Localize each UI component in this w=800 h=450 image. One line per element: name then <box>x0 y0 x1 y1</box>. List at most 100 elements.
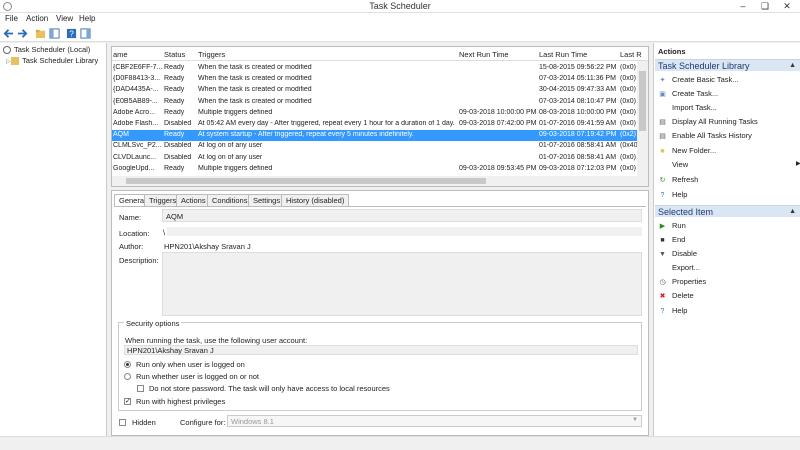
action-properties[interactable]: ◷ Properties <box>658 277 706 288</box>
task-result-cell: (0x0) <box>620 164 636 172</box>
menu-file[interactable]: File <box>5 14 18 23</box>
horizontal-scrollbar[interactable] <box>112 176 648 186</box>
task-row[interactable]: Adobe Acro... Ready Multiple triggers defi… <box>112 108 638 119</box>
do-not-store-password-checkbox[interactable] <box>137 385 144 392</box>
run-whether-logged-on-label: Run whether user is logged on or not <box>136 372 259 381</box>
action-disable[interactable]: ▼ Disable <box>658 249 697 260</box>
task-name-cell: Adobe Acro... <box>113 108 156 116</box>
maximize-button[interactable]: ❏ <box>754 0 776 12</box>
action-new-folder[interactable]: ■ New Folder... <box>658 146 716 157</box>
column-triggers[interactable]: Triggers <box>198 50 225 59</box>
show-hide-action-pane-icon[interactable] <box>80 28 91 39</box>
task-name-cell: GoogleUpd... <box>113 164 155 172</box>
menu-view[interactable]: View <box>56 14 73 23</box>
tab-history[interactable]: History (disabled) <box>281 194 350 206</box>
configure-for-dropdown[interactable]: Windows 8.1 ▼ <box>227 415 642 427</box>
action-label: Refresh <box>672 175 699 184</box>
task-status-cell: Ready <box>164 75 185 83</box>
action-help[interactable]: ? Help <box>658 190 688 201</box>
task-name-cell: CLVDLaunc... <box>113 153 157 161</box>
action-help[interactable]: ? Help <box>658 306 688 317</box>
folder-up-icon[interactable] <box>35 28 46 39</box>
task-row[interactable]: CLVDLaunc... Disabled At log on of any use… <box>112 153 638 164</box>
action-label: Delete <box>672 291 694 300</box>
clock-icon <box>3 46 11 55</box>
task-trigger-cell: Multiple triggers defined <box>198 108 273 116</box>
highest-privileges-checkbox[interactable]: ✓ <box>124 398 131 405</box>
action-label: Create Task... <box>672 89 719 98</box>
section-selected-item[interactable]: Selected Item ▲ <box>655 205 800 217</box>
minimize-button[interactable]: – <box>732 0 754 12</box>
collapse-arrow-icon[interactable]: ▲ <box>789 62 796 69</box>
task-name-cell: Adobe Flash... <box>113 120 159 127</box>
task-name-cell: {CBF2E6FF-7... <box>113 64 162 71</box>
task-row[interactable]: {D0F88413-3... Ready When the task is crea… <box>112 74 638 85</box>
console-tree: Task Scheduler (Local) ▷ Task Scheduler L… <box>0 43 107 436</box>
hidden-checkbox[interactable] <box>119 419 126 426</box>
task-row[interactable]: CLMLSvc_P2... Disabled At log on of any us… <box>112 141 638 152</box>
column-last-result[interactable]: Last R <box>620 50 642 59</box>
tree-item-task-scheduler-library[interactable]: ▷ Task Scheduler Library <box>6 56 98 67</box>
collapse-arrow-icon[interactable]: ▲ <box>789 208 796 215</box>
security-options-group: Security options When running the task, … <box>118 319 642 411</box>
menu-help[interactable]: Help <box>79 14 95 23</box>
name-field[interactable]: AQM <box>162 209 642 222</box>
action-enable-all-tasks-history[interactable]: ▤ Enable All Tasks History <box>658 131 752 142</box>
action-run[interactable]: ▶ Run <box>658 221 686 232</box>
action-import-task[interactable]: Import Task... <box>658 103 717 114</box>
run-only-logged-on-radio[interactable] <box>124 361 131 368</box>
task-result-cell: (0x0) <box>620 75 636 83</box>
run-whether-logged-on-radio[interactable] <box>124 373 131 380</box>
help-icon[interactable]: ? <box>66 28 77 39</box>
action-view[interactable]: View ▶ <box>658 160 800 171</box>
actions-pane-title: Actions <box>658 47 686 56</box>
task-last-cell: 30-04-2015 09:47:33 AM <box>539 86 617 94</box>
action-label: New Folder... <box>672 146 717 155</box>
task-last-cell: 15-08-2015 09:56:22 PM <box>539 64 617 71</box>
action-create-task[interactable]: ▣ Create Task... <box>658 89 718 100</box>
task-row[interactable]: {E0B5AB89-... Ready When the task is creat… <box>112 97 638 108</box>
action-export[interactable]: Export... <box>658 263 700 274</box>
run-icon: ▶ <box>659 222 666 230</box>
column-status[interactable]: Status <box>164 50 185 59</box>
column-next-run-time[interactable]: Next Run Time <box>459 50 509 59</box>
action-label: Create Basic Task... <box>672 75 739 84</box>
action-display-all-running-tasks[interactable]: ▤ Display All Running Tasks <box>658 117 758 128</box>
description-field[interactable] <box>162 252 642 316</box>
action-create-basic-task[interactable]: ✦ Create Basic Task... <box>658 75 739 86</box>
task-row[interactable]: AQM Ready At system startup - After trigge… <box>112 130 638 142</box>
back-arrow-icon[interactable] <box>3 28 14 39</box>
menu-action[interactable]: Action <box>26 14 48 23</box>
column-last-run-time[interactable]: Last Run Time <box>539 50 587 59</box>
action-delete[interactable]: ✖ Delete <box>658 291 694 302</box>
tab-actions[interactable]: Actions <box>176 194 211 206</box>
forward-arrow-icon[interactable] <box>17 28 28 39</box>
name-label: Name: <box>119 213 142 222</box>
run-only-logged-on-label: Run only when user is logged on <box>136 360 245 369</box>
folder-icon <box>11 57 19 66</box>
task-name-cell: {DAD4435A-... <box>113 86 159 94</box>
close-button[interactable]: ✕ <box>776 0 798 12</box>
actions-pane: Actions Task Scheduler Library ▲ ✦ Create … <box>653 43 800 436</box>
account-prompt: When running the task, use the following… <box>125 336 308 345</box>
end-icon: ■ <box>660 236 665 244</box>
vertical-scrollbar[interactable] <box>637 61 648 177</box>
action-end[interactable]: ■ End <box>658 235 685 246</box>
tab-settings[interactable]: Settings <box>248 194 286 206</box>
task-result-cell: (0x0) <box>620 86 636 94</box>
task-row[interactable]: {DAD4435A-... Ready When the task is creat… <box>112 85 638 96</box>
task-last-cell: 08-03-2018 10:00:00 PM <box>539 108 617 116</box>
task-row[interactable]: GoogleUpd... Ready Multiple triggers defin… <box>112 164 638 175</box>
highest-privileges-label: Run with highest privileges <box>136 397 226 406</box>
column-name[interactable]: ame <box>113 50 128 59</box>
show-hide-tree-icon[interactable] <box>49 28 60 39</box>
help-icon: ? <box>660 191 665 199</box>
section-task-scheduler-library[interactable]: Task Scheduler Library ▲ <box>655 59 800 71</box>
action-refresh[interactable]: ↻ Refresh <box>658 175 699 186</box>
task-row[interactable]: Adobe Flash... Disabled At 05:42 AM every … <box>112 119 638 130</box>
tab-conditions[interactable]: Conditions <box>207 194 253 206</box>
tree-item-task-scheduler-local[interactable]: Task Scheduler (Local) <box>3 45 90 56</box>
location-value: \ <box>163 228 166 237</box>
refresh-icon: ↻ <box>659 176 666 184</box>
task-row[interactable]: {CBF2E6FF-7... Ready When the task is crea… <box>112 63 638 74</box>
